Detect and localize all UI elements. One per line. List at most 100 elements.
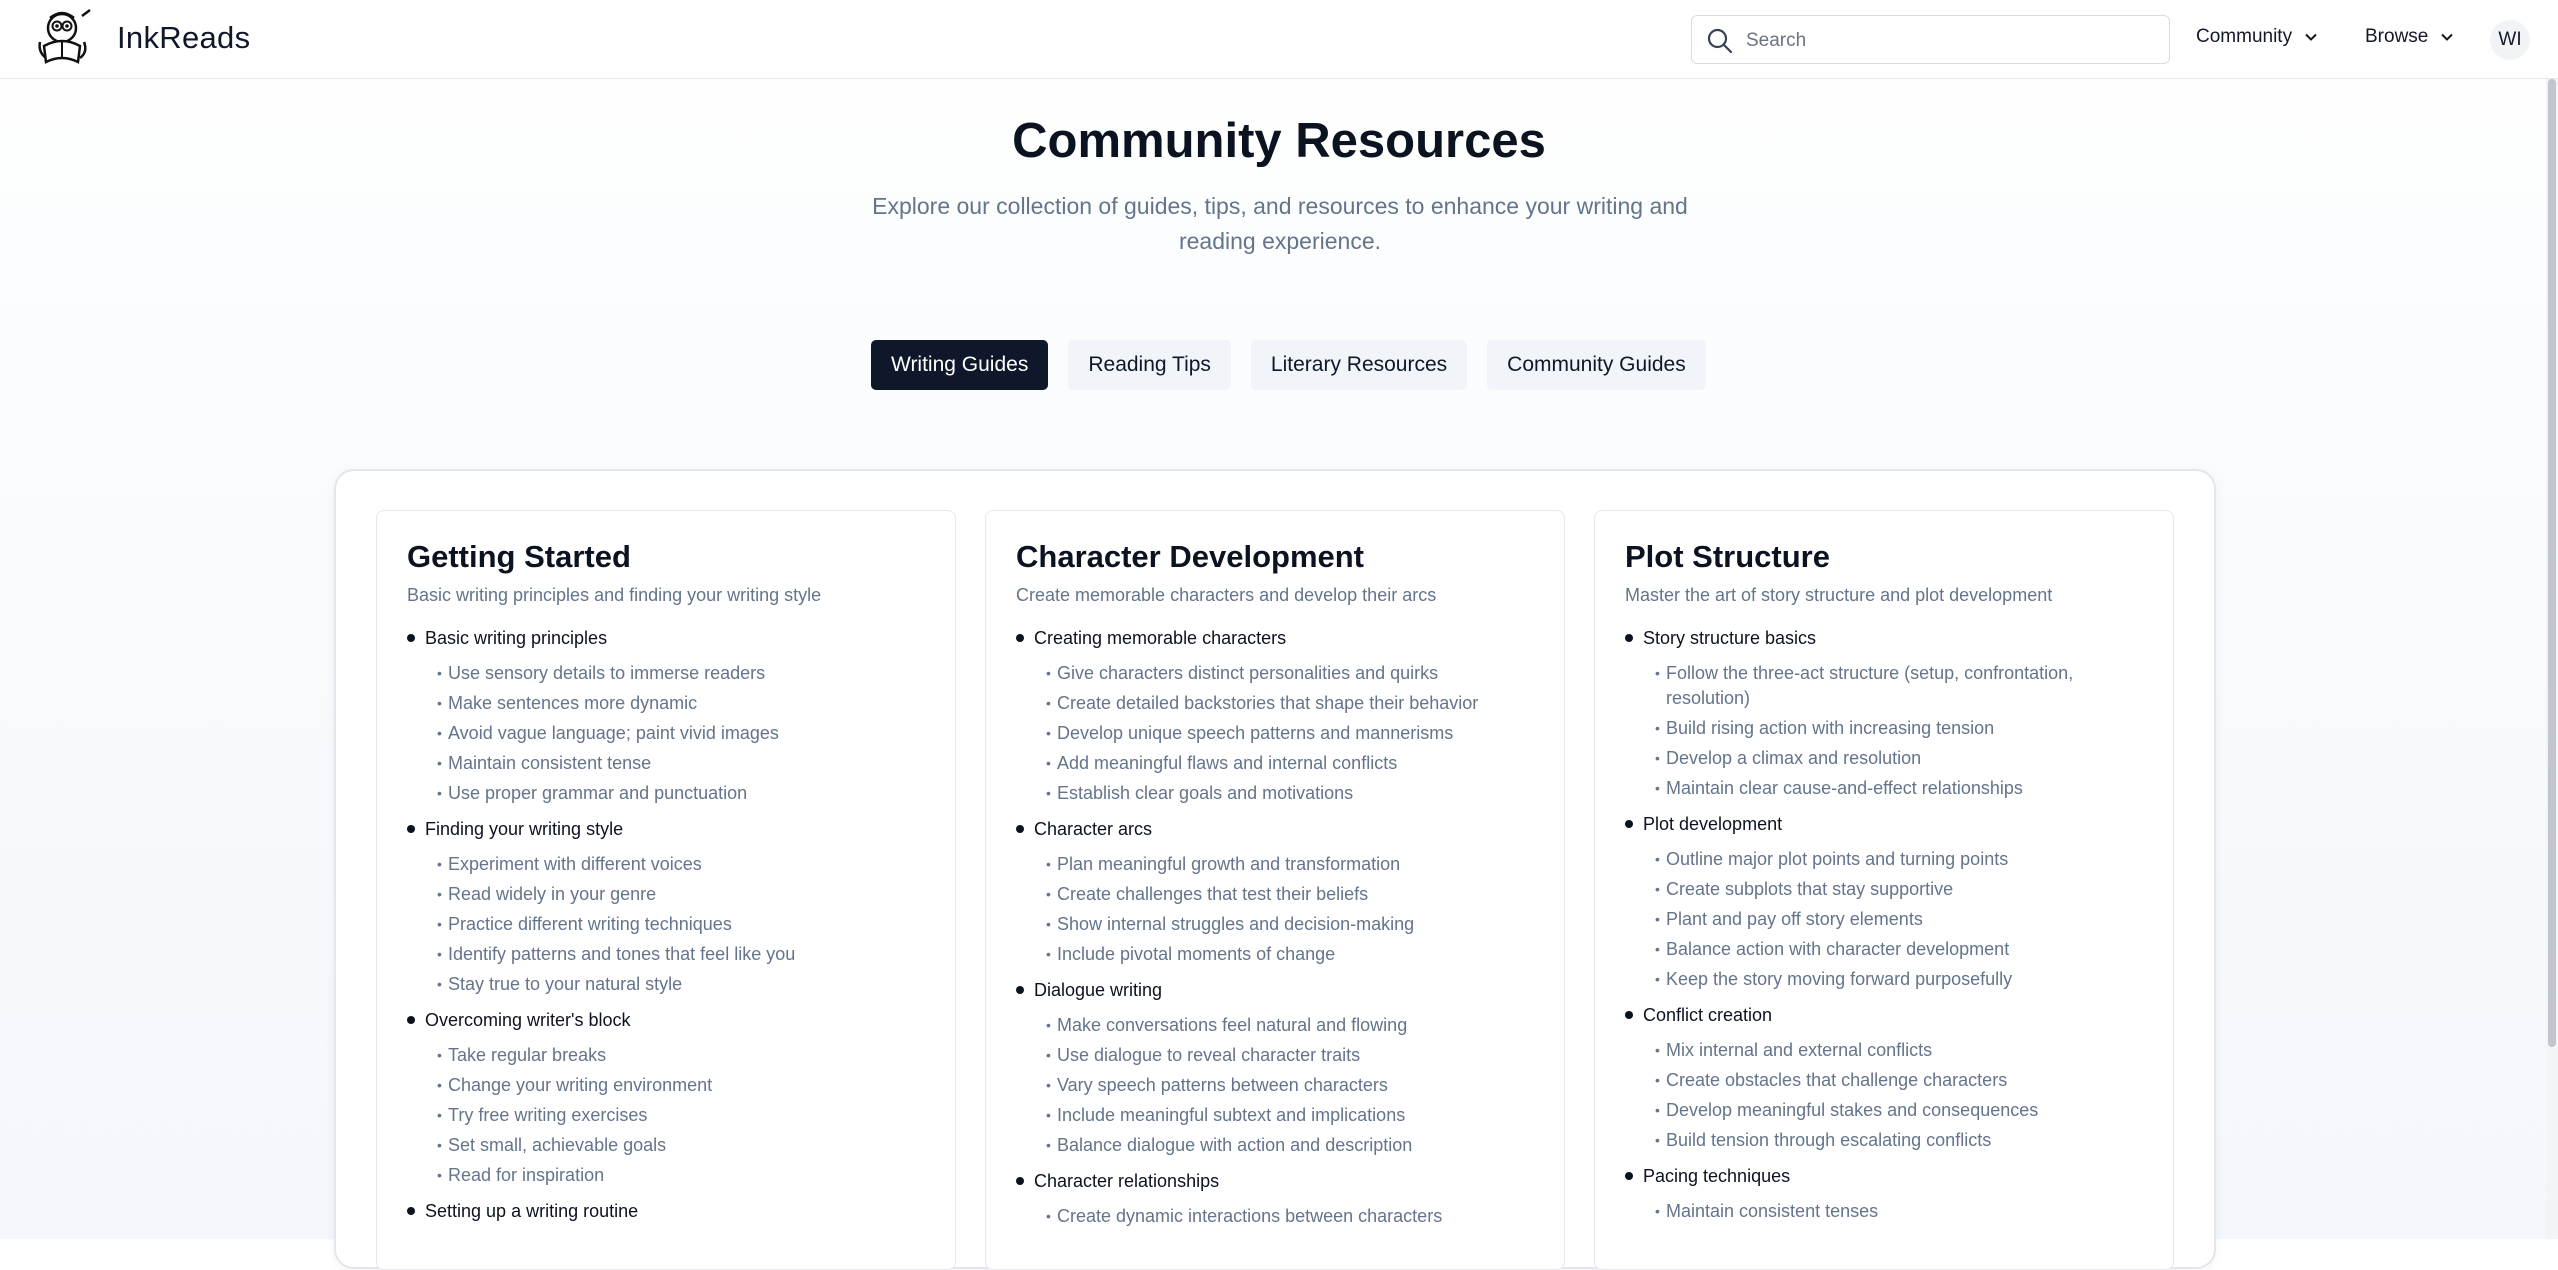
section-heading: Setting up a writing routine: [407, 1199, 925, 1223]
list-item: Vary speech patterns between characters: [1046, 1073, 1534, 1098]
section-points: Make conversations feel natural and flow…: [1046, 1013, 1534, 1158]
section-points: Take regular breaks Change your writing e…: [437, 1043, 925, 1188]
list-item: Change your writing environment: [437, 1073, 925, 1098]
guide-section: Conflict creation Mix internal and extern…: [1625, 1003, 2143, 1153]
list-item: Maintain consistent tense: [437, 751, 925, 776]
list-item: Balance dialogue with action and descrip…: [1046, 1133, 1534, 1158]
user-avatar[interactable]: WI: [2490, 20, 2530, 60]
guide-section: Dialogue writing Make conversations feel …: [1016, 978, 1534, 1158]
section-points: Maintain consistent tenses: [1655, 1199, 2143, 1224]
guide-section: Plot development Outline major plot point…: [1625, 812, 2143, 992]
guide-section: Pacing techniques Maintain consistent ten…: [1625, 1164, 2143, 1224]
list-item: Include meaningful subtext and implicati…: [1046, 1103, 1534, 1128]
list-item: Maintain consistent tenses: [1655, 1199, 2143, 1224]
page-scrollbar[interactable]: [2546, 79, 2558, 1239]
reading-mascot-logo-icon[interactable]: [32, 6, 98, 72]
list-item: Develop meaningful stakes and consequenc…: [1655, 1098, 2143, 1123]
list-item: Experiment with different voices: [437, 852, 925, 877]
nav-community-label: Community: [2196, 26, 2293, 47]
section-points: Outline major plot points and turning po…: [1655, 847, 2143, 992]
card-title: Character Development: [1016, 539, 1365, 574]
list-item: Practice different writing techniques: [437, 912, 925, 937]
list-item: Try free writing exercises: [437, 1103, 925, 1128]
section-points: Give characters distinct personalities a…: [1046, 661, 1534, 806]
list-item: Outline major plot points and turning po…: [1655, 847, 2143, 872]
list-item: Mix internal and external conflicts: [1655, 1038, 2143, 1063]
section-heading: Pacing techniques: [1625, 1164, 2143, 1188]
guide-card-getting-started: Getting Started Basic writing principles…: [376, 510, 956, 1270]
list-item: Make sentences more dynamic: [437, 691, 925, 716]
list-item: Give characters distinct personalities a…: [1046, 661, 1534, 686]
list-item: Use dialogue to reveal character traits: [1046, 1043, 1534, 1068]
card-title: Plot Structure: [1625, 539, 1830, 574]
list-item: Set small, achievable goals: [437, 1133, 925, 1158]
list-item: Create detailed backstories that shape t…: [1046, 691, 1534, 716]
section-heading: Character arcs: [1016, 817, 1534, 841]
section-points: Plan meaningful growth and transformatio…: [1046, 852, 1534, 967]
section-heading: Basic writing principles: [407, 626, 925, 650]
list-item: Use sensory details to immerse readers: [437, 661, 925, 686]
list-item: Read widely in your genre: [437, 882, 925, 907]
section-heading: Conflict creation: [1625, 1003, 2143, 1027]
list-item: Balance action with character developmen…: [1655, 937, 2143, 962]
list-item: Plan meaningful growth and transformatio…: [1046, 852, 1534, 877]
card-description: Basic writing principles and finding you…: [407, 585, 822, 605]
section-heading: Character relationships: [1016, 1169, 1534, 1193]
guide-section: Creating memorable characters Give charac…: [1016, 626, 1534, 806]
list-item: Include pivotal moments of change: [1046, 942, 1534, 967]
list-item: Build rising action with increasing tens…: [1655, 716, 2143, 741]
guide-section: Basic writing principles Use sensory deta…: [407, 626, 925, 806]
tab-community-guides[interactable]: Community Guides: [1487, 340, 1706, 390]
search-icon: [1707, 28, 1733, 54]
guide-section: Finding your writing style Experiment wit…: [407, 817, 925, 997]
page-title: Community Resources: [1012, 114, 1546, 168]
section-heading: Story structure basics: [1625, 626, 2143, 650]
nav-browse-label: Browse: [2365, 26, 2429, 47]
list-item: Read for inspiration: [437, 1163, 925, 1188]
nav-community-dropdown[interactable]: Community: [2196, 26, 2318, 48]
top-nav-bar: InkReads Community Browse WI: [0, 0, 2558, 79]
chevron-down-icon: [2305, 33, 2317, 41]
guide-card-plot-structure: Plot Structure Master the art of story s…: [1594, 510, 2174, 1270]
section-heading: Dialogue writing: [1016, 978, 1534, 1002]
section-points: Follow the three-act structure (setup, c…: [1655, 661, 2143, 801]
card-sections: Basic writing principles Use sensory deta…: [407, 626, 925, 1223]
guide-section: Character arcs Plan meaningful growth and…: [1016, 817, 1534, 967]
section-heading: Plot development: [1625, 812, 2143, 836]
resource-tabs: Writing Guides Reading Tips Literary Res…: [871, 340, 1706, 390]
section-points: Create dynamic interactions between char…: [1046, 1204, 1534, 1229]
list-item: Identify patterns and tones that feel li…: [437, 942, 925, 967]
tab-writing-guides[interactable]: Writing Guides: [871, 340, 1049, 390]
list-item: Maintain clear cause-and-effect relation…: [1655, 776, 2143, 801]
list-item: Create obstacles that challenge characte…: [1655, 1068, 2143, 1093]
list-item: Plant and pay off story elements: [1655, 907, 2143, 932]
card-sections: Creating memorable characters Give charac…: [1016, 626, 1534, 1229]
page-subtitle: Explore our collection of guides, tips, …: [872, 193, 1688, 254]
tab-literary-resources[interactable]: Literary Resources: [1250, 340, 1468, 390]
list-item: Take regular breaks: [437, 1043, 925, 1068]
section-heading: Finding your writing style: [407, 817, 925, 841]
search-box[interactable]: [1691, 15, 2170, 64]
list-item: Develop unique speech patterns and manne…: [1046, 721, 1534, 746]
nav-browse-dropdown[interactable]: Browse: [2365, 26, 2454, 48]
list-item: Create challenges that test their belief…: [1046, 882, 1534, 907]
guide-section: Story structure basics Follow the three-a…: [1625, 626, 2143, 801]
list-item: Add meaningful flaws and internal confli…: [1046, 751, 1534, 776]
guide-section: Setting up a writing routine: [407, 1199, 925, 1223]
card-description: Create memorable characters and develop …: [1016, 585, 1437, 605]
list-item: Establish clear goals and motivations: [1046, 781, 1534, 806]
list-item: Keep the story moving forward purposeful…: [1655, 967, 2143, 992]
tab-reading-tips[interactable]: Reading Tips: [1068, 340, 1231, 390]
guide-card-character-development: Character Development Create memorable c…: [985, 510, 1565, 1270]
list-item: Create dynamic interactions between char…: [1046, 1204, 1534, 1229]
list-item: Show internal struggles and decision-mak…: [1046, 912, 1534, 937]
list-item: Build tension through escalating conflic…: [1655, 1128, 2143, 1153]
section-points: Mix internal and external conflicts Creat…: [1655, 1038, 2143, 1153]
list-item: Avoid vague language; paint vivid images: [437, 721, 925, 746]
brand-name[interactable]: InkReads: [117, 20, 250, 56]
scrollbar-thumb[interactable]: [2548, 79, 2556, 1047]
section-heading: Overcoming writer's block: [407, 1008, 925, 1032]
list-item: Make conversations feel natural and flow…: [1046, 1013, 1534, 1038]
list-item: Create subplots that stay supportive: [1655, 877, 2143, 902]
search-input[interactable]: [1744, 24, 2148, 57]
